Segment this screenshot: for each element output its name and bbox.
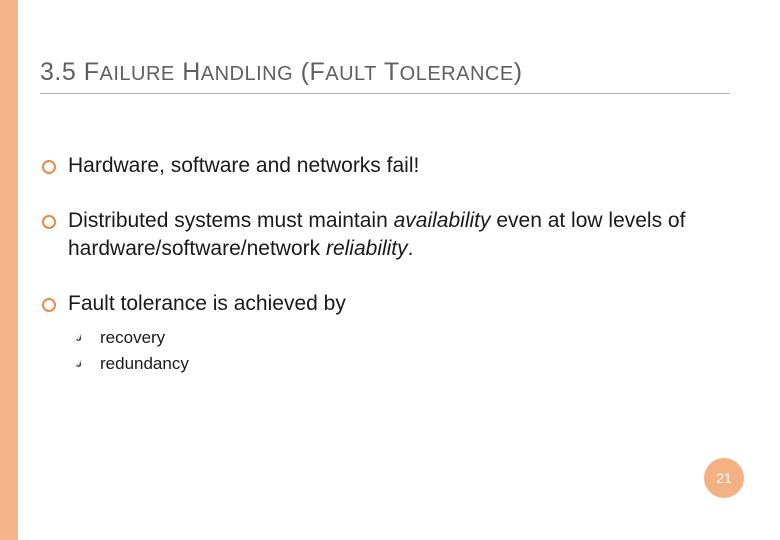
list-item: Fault tolerance is achieved by recovery … [40,290,730,376]
bullet-text: Fault tolerance is achieved by [68,292,346,315]
list-item: Hardware, software and networks fail! [40,152,730,179]
sub-list-item: recovery [76,325,730,351]
list-item: Distributed systems must maintain availa… [40,207,730,262]
bullet-text: Distributed systems must maintain availa… [68,209,685,259]
sub-bullet-list: recovery redundancy [68,325,730,376]
accent-sidebar [0,0,18,540]
sub-bullet-text: redundancy [100,354,189,373]
bullet-text: Hardware, software and networks fail! [68,154,419,177]
slide-content: 3.5 FAILURE HANDLING (FAULT TOLERANCE) H… [40,58,730,404]
page-number-badge: 21 [704,458,744,498]
section-number: 3.5 [40,58,76,86]
sub-list-item: redundancy [76,351,730,377]
page-number: 21 [716,470,732,486]
sub-bullet-text: recovery [100,328,165,347]
slide-title: 3.5 FAILURE HANDLING (FAULT TOLERANCE) [40,58,730,94]
bullet-list: Hardware, software and networks fail! Di… [40,152,730,376]
